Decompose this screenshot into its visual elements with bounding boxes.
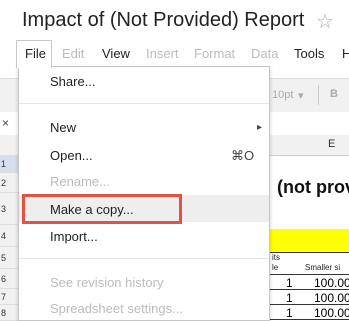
document-title[interactable]: Impact of (Not Provided) Report — [22, 9, 304, 32]
font-size-select[interactable]: 10pt — [272, 89, 293, 101]
table-cell[interactable]: 1 — [286, 291, 293, 305]
table-border — [270, 304, 349, 305]
row-header[interactable]: 1 — [0, 155, 18, 173]
close-icon[interactable]: × — [2, 116, 9, 130]
menu-data[interactable]: Data — [251, 46, 278, 61]
menu-insert[interactable]: Insert — [146, 46, 179, 61]
menu-item-revision-history[interactable]: See revision history — [50, 275, 163, 290]
row-header[interactable]: 6 — [0, 269, 18, 289]
row-header[interactable]: 3 — [0, 193, 18, 225]
row-header[interactable]: 5 — [0, 247, 18, 269]
row-header[interactable]: 2 — [0, 173, 18, 193]
menu-item-spreadsheet-settings[interactable]: Spreadsheet settings... — [50, 301, 183, 316]
row-header-column: 1 2 3 4 5 6 7 8 — [0, 155, 19, 321]
bold-button[interactable]: B — [330, 88, 338, 100]
subheader-text: its — [272, 253, 280, 262]
table-border — [270, 252, 349, 253]
star-icon[interactable]: ☆ — [316, 9, 334, 34]
menu-item-open[interactable]: Open... — [50, 148, 93, 163]
menu-edit[interactable]: Edit — [62, 46, 84, 61]
table-cell[interactable]: 100.00 — [314, 291, 349, 305]
table-cell[interactable]: 1 — [286, 306, 293, 320]
menu-help[interactable]: H — [342, 46, 349, 61]
menu-format[interactable]: Format — [194, 46, 235, 61]
table-border — [270, 289, 349, 290]
table-border — [270, 274, 349, 275]
menu-file-label: File — [25, 46, 46, 61]
table-border — [270, 319, 349, 320]
table-cell[interactable]: 1 — [286, 276, 293, 290]
menu-item-rename[interactable]: Rename... — [50, 174, 110, 189]
menu-item-share[interactable]: Share... — [50, 74, 96, 89]
table-cell[interactable]: 100.00 — [314, 306, 349, 320]
row-header[interactable]: 4 — [0, 225, 18, 247]
menu-file[interactable]: File — [16, 40, 52, 68]
menu-view[interactable]: View — [102, 46, 130, 61]
column-header-e[interactable]: E — [328, 138, 335, 150]
menu-item-import[interactable]: Import... — [50, 229, 98, 244]
sheet-title-cell[interactable]: (not prov — [277, 177, 349, 198]
subheader-text: le — [272, 263, 279, 272]
highlight-box — [22, 194, 182, 224]
menu-separator — [19, 258, 269, 259]
menu-item-new[interactable]: New — [50, 120, 76, 135]
menu-tools[interactable]: Tools — [294, 46, 324, 61]
chevron-right-icon: ▸ — [257, 122, 263, 133]
menu-separator — [19, 103, 269, 104]
row-header[interactable]: 8 — [0, 305, 18, 321]
chevron-down-icon[interactable]: ▾ — [298, 89, 304, 102]
open-shortcut: ⌘O — [231, 148, 255, 163]
table-cell[interactable]: 100.00 — [314, 276, 349, 290]
row-header[interactable]: 7 — [0, 289, 18, 305]
subheader-text: Smaller si — [305, 263, 341, 272]
file-menu: Share... New ▸ Open... ⌘O Rename... Make… — [18, 66, 270, 321]
toolbar-divider — [318, 85, 319, 105]
yellow-cell[interactable] — [270, 229, 349, 251]
